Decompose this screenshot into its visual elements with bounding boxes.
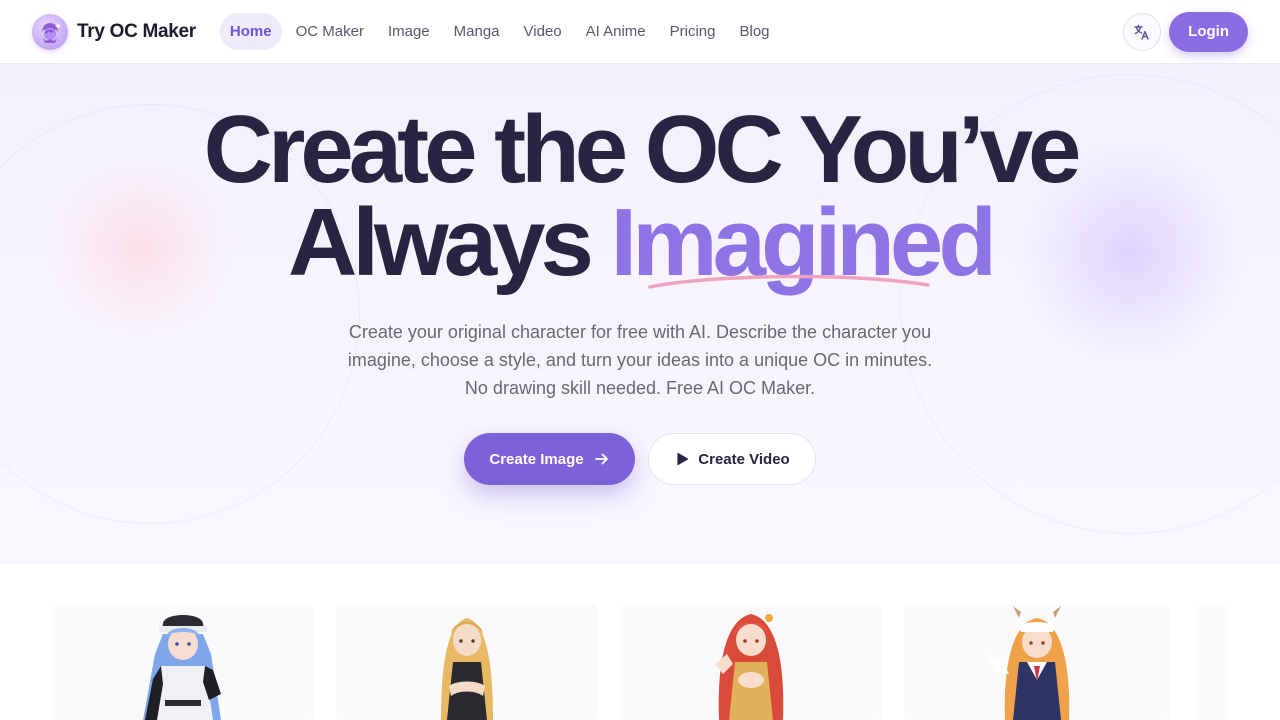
- character-logo-icon: [32, 13, 68, 50]
- nav-actions: Login: [1123, 11, 1248, 52]
- gallery-card-red-hair-girl[interactable]: [620, 604, 882, 720]
- nav-link-manga[interactable]: Manga: [444, 13, 510, 50]
- hero-description: Create your original character for free …: [340, 318, 940, 402]
- gallery-card-partial[interactable]: [1196, 604, 1228, 720]
- top-navbar: Try OC Maker Home OC Maker Image Manga V…: [0, 0, 1280, 64]
- create-image-button[interactable]: Create Image: [464, 433, 635, 485]
- accent-underline: [648, 274, 930, 289]
- nav-links: Home OC Maker Image Manga Video AI Anime…: [219, 13, 780, 50]
- hero-section: Create the OC You’ve Always Imagined Cre…: [0, 64, 1280, 564]
- gallery-card-blonde-arms-crossed[interactable]: [336, 604, 598, 720]
- nav-link-video[interactable]: Video: [514, 13, 572, 50]
- login-button[interactable]: Login: [1169, 11, 1248, 52]
- brand[interactable]: Try OC Maker: [32, 13, 196, 50]
- nav-link-image[interactable]: Image: [378, 13, 440, 50]
- nav-link-pricing[interactable]: Pricing: [660, 13, 726, 50]
- nav-link-home[interactable]: Home: [219, 13, 282, 50]
- nav-link-ai-anime[interactable]: AI Anime: [576, 13, 656, 50]
- create-video-label: Create Video: [698, 450, 790, 468]
- hero-headline-prefix: Always: [288, 189, 611, 296]
- gallery-card-officer-blue-hair[interactable]: [52, 604, 314, 720]
- translate-icon: [1134, 24, 1149, 40]
- hero-description-line: Create your original character for free …: [348, 322, 932, 342]
- anime-character-image: [441, 618, 493, 720]
- create-video-button[interactable]: Create Video: [648, 433, 816, 485]
- create-image-label: Create Image: [489, 450, 584, 468]
- language-button[interactable]: [1123, 12, 1162, 51]
- hero-description-line: imagine, choose a style, and turn your i…: [347, 350, 933, 370]
- nav-link-blog[interactable]: Blog: [730, 13, 780, 50]
- anime-character-image: [987, 606, 1070, 720]
- character-gallery: [0, 564, 1280, 720]
- hero-headline-line-2: Always Imagined: [0, 195, 1280, 291]
- hero-headline-line-1: Create the OC You’ve: [203, 96, 1082, 203]
- anime-character-image: [715, 614, 784, 720]
- hero-cta-group: Create Image Create Video: [0, 433, 1280, 485]
- gallery-card-dragon-maid[interactable]: [904, 604, 1170, 720]
- play-icon: [677, 452, 689, 466]
- brand-name: Try OC Maker: [77, 20, 196, 42]
- anime-character-image: [143, 615, 221, 720]
- nav-link-oc-maker[interactable]: OC Maker: [286, 13, 374, 50]
- arrow-right-icon: [594, 453, 608, 465]
- hero-description-line: No drawing skill needed. Free AI OC Make…: [464, 378, 816, 398]
